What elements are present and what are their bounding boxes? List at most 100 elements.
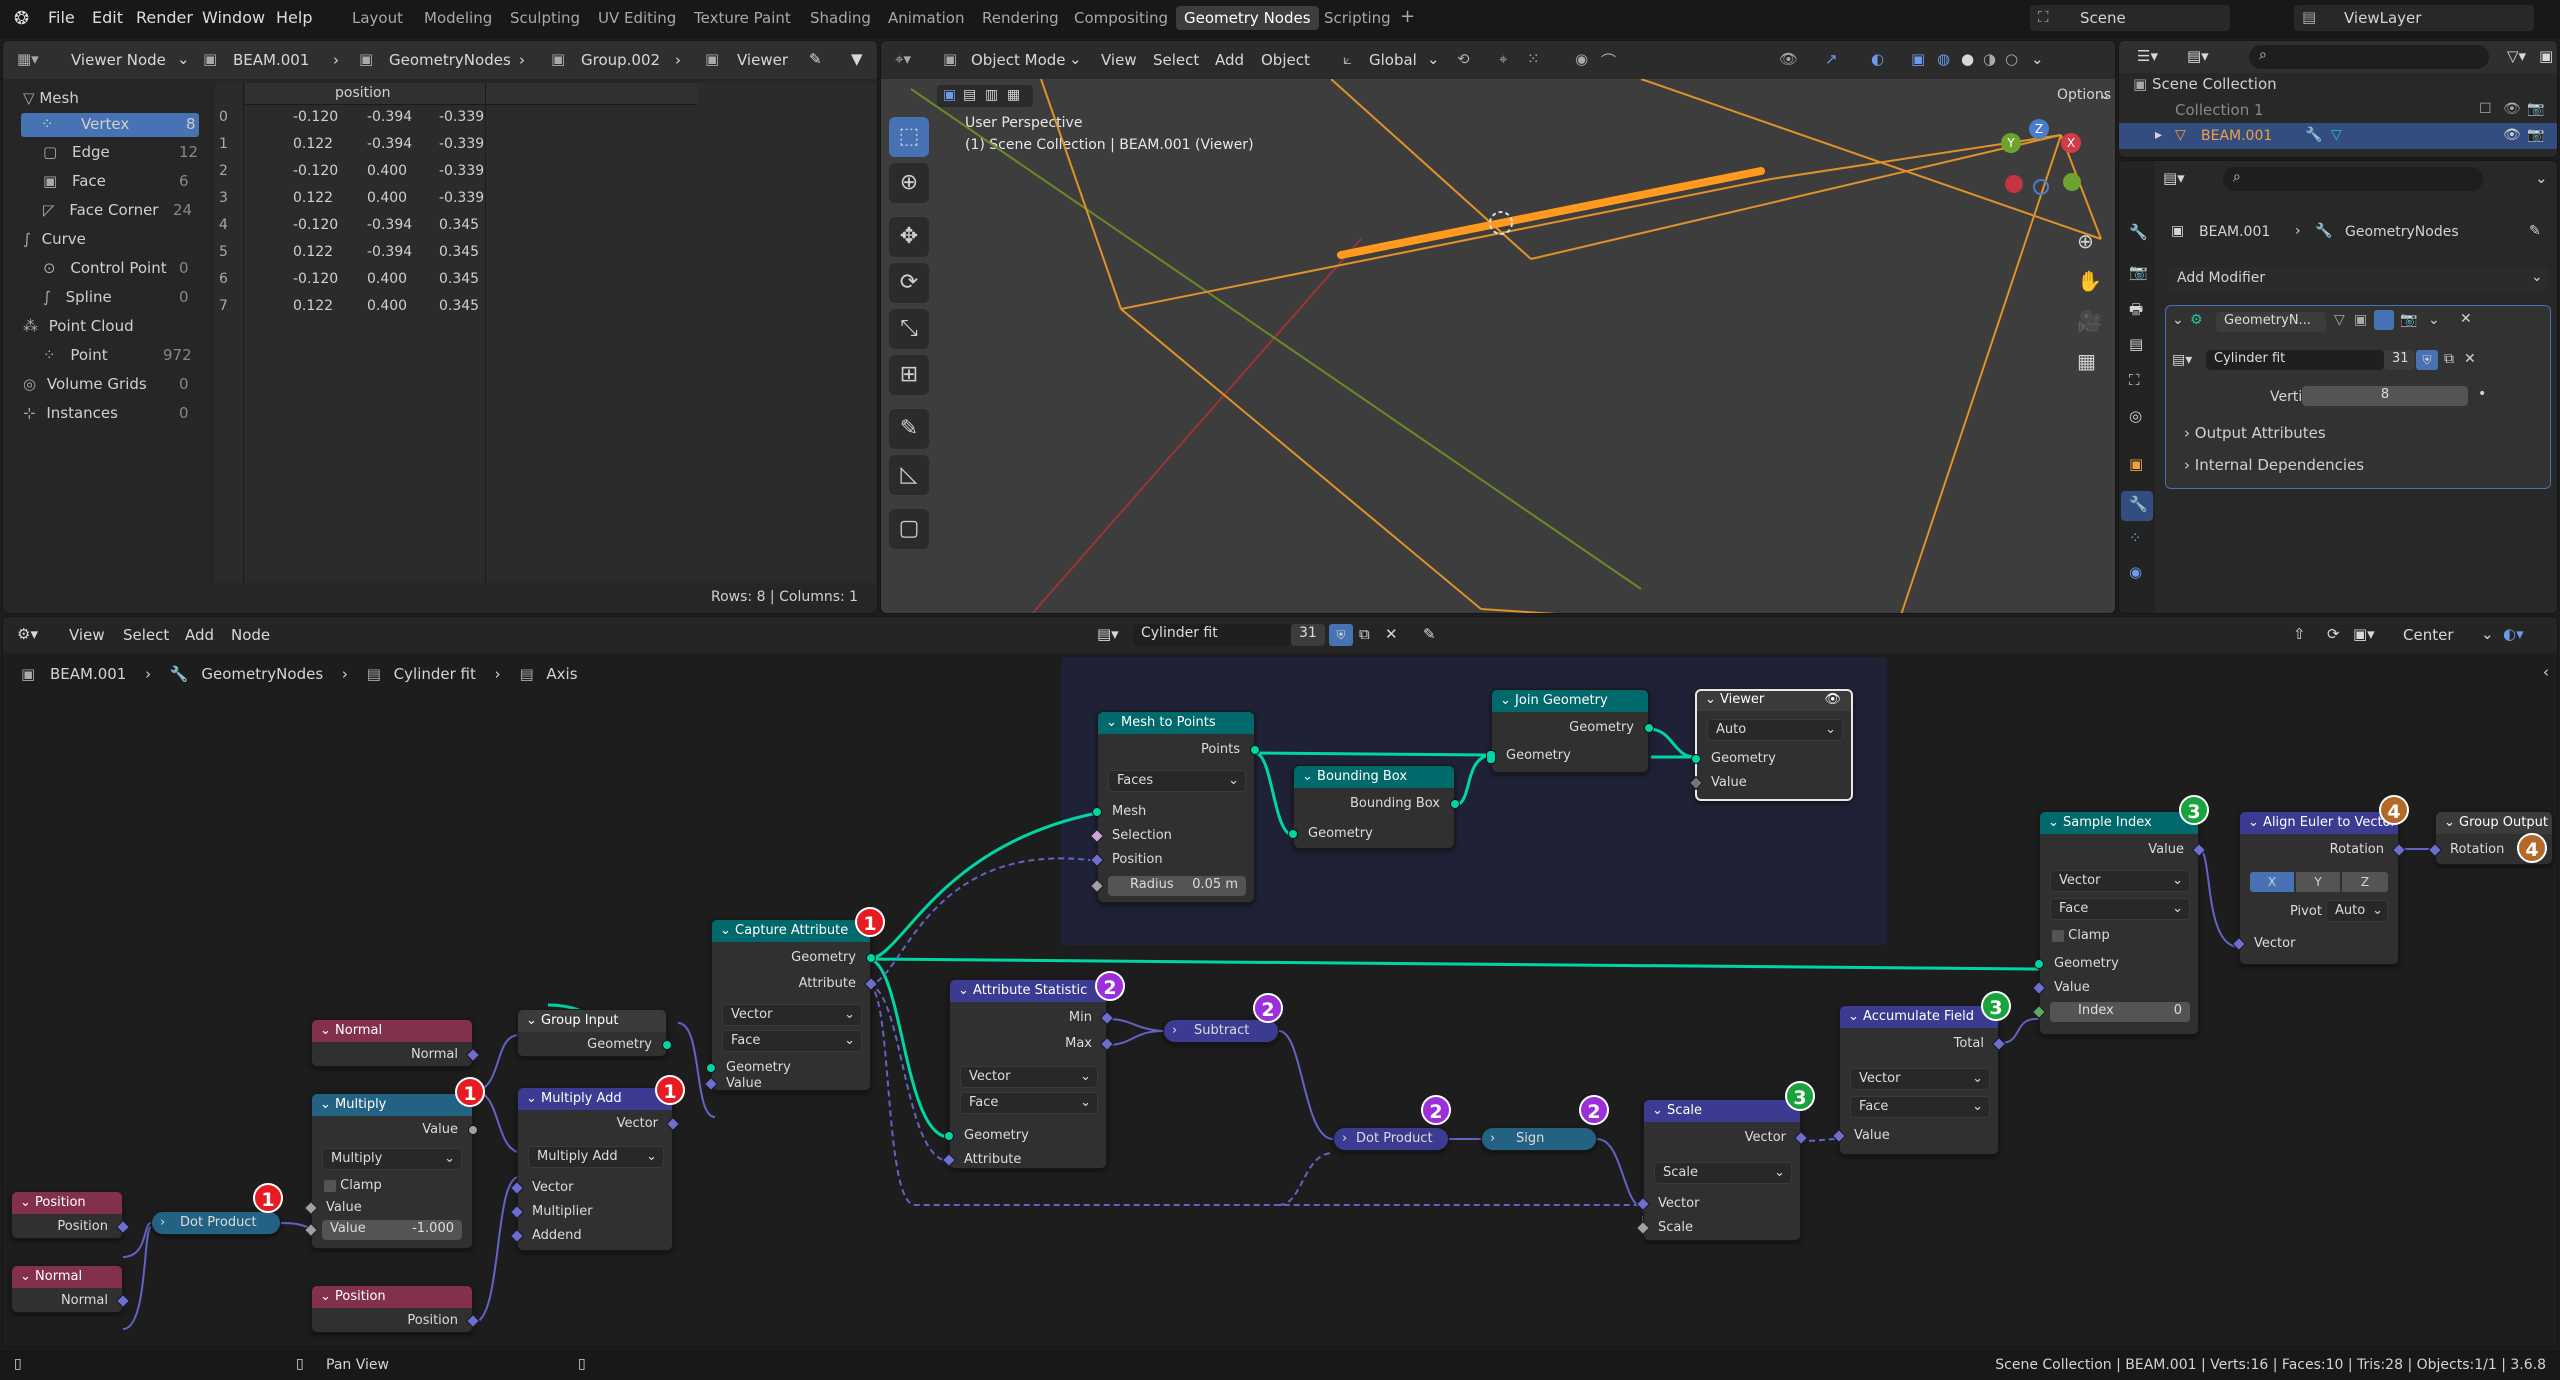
node-join-geometry[interactable]: ⌄ Join Geometry Geometry Geometry <box>1486 689 1654 773</box>
render-toggle-icon[interactable]: 📷 <box>2400 312 2417 328</box>
tree-item-instances[interactable]: ⊹ Instances <box>23 404 118 422</box>
axis-y-button[interactable]: Y <box>2296 872 2340 892</box>
menu-window[interactable]: Window <box>202 8 265 27</box>
input-socket[interactable] <box>1092 807 1102 817</box>
expand-arrow-icon[interactable]: ▸ <box>2155 127 2162 143</box>
tab-compositing[interactable]: Compositing <box>1074 9 1168 27</box>
tree-item-point-cloud[interactable]: ⁂ Point Cloud <box>23 317 134 335</box>
clamp-checkbox[interactable]: Clamp <box>324 1178 382 1193</box>
collapse-icon[interactable]: ⌄ <box>20 1269 31 1284</box>
measure-tool-icon[interactable]: ◺ <box>889 455 929 495</box>
collapse-icon[interactable]: ⌄ <box>320 1097 331 1112</box>
collapse-icon[interactable]: ⌄ <box>320 1023 331 1038</box>
navigation-gizmo[interactable]: Z Y X <box>1997 115 2097 215</box>
neg-y-axis-icon[interactable] <box>2063 173 2081 191</box>
cage-toggle-icon[interactable]: ▣ <box>2354 312 2367 328</box>
domain-dropdown[interactable]: Face ⌄ <box>2050 898 2190 920</box>
value-input[interactable]: Value -1.000 <box>322 1220 462 1240</box>
neg-z-axis-icon[interactable] <box>2033 179 2049 195</box>
tree-item-mesh[interactable]: ▽ Mesh <box>23 89 79 107</box>
node-subtract[interactable]: › Subtract <box>1163 1019 1279 1043</box>
outliner-search-input[interactable]: ⌕ <box>2249 45 2489 69</box>
domain-dropdown[interactable]: Face ⌄ <box>1850 1096 1990 1118</box>
tree-item-control-point[interactable]: ⊙ Control Point <box>43 259 167 277</box>
node-position[interactable]: ⌄ Position Position <box>11 1191 131 1239</box>
transform-tool-icon[interactable]: ⊞ <box>889 355 929 395</box>
operation-dropdown[interactable]: Multiply ⌄ <box>322 1148 462 1170</box>
scene-tab-icon[interactable]: ⛶ <box>2129 371 2140 389</box>
node-dot-product[interactable]: › Dot Product <box>151 1211 281 1235</box>
scale-tool-icon[interactable]: ⤡ <box>889 309 929 349</box>
exclude-checkbox[interactable]: ☐ <box>2479 101 2492 117</box>
solid-shading-icon[interactable]: ● <box>1961 50 1974 68</box>
editor-type-icon[interactable]: ☰▾ <box>2137 47 2158 65</box>
breadcrumb-modifier[interactable]: GeometryNodes <box>389 51 511 69</box>
z-axis-icon[interactable]: Z <box>2029 119 2049 139</box>
radius-input[interactable]: Radius 0.05 m <box>1108 876 1246 896</box>
gizmo-icon[interactable]: ↗ <box>1825 50 1838 68</box>
tab-rendering[interactable]: Rendering <box>982 9 1059 27</box>
collapse-icon[interactable]: › <box>1172 1023 1177 1038</box>
pan-hand-icon[interactable]: ✋ <box>2077 269 2102 293</box>
tree-item-face[interactable]: ▣ Face <box>43 172 106 190</box>
menu-file[interactable]: File <box>48 8 75 27</box>
x-axis-icon[interactable]: X <box>2061 133 2081 153</box>
add-modifier-button[interactable]: Add Modifier ⌄ <box>2167 267 2549 291</box>
y-axis-icon[interactable]: Y <box>2001 133 2021 153</box>
chevron-down-icon[interactable]: ⌄ <box>2535 169 2548 187</box>
output-socket[interactable] <box>1250 745 1260 755</box>
collapse-icon[interactable]: ⌄ <box>1500 693 1511 708</box>
node-position[interactable]: ⌄ Position Position <box>311 1285 481 1333</box>
move-tool-icon[interactable]: ✥ <box>889 217 929 257</box>
clamp-checkbox[interactable]: Clamp <box>2052 928 2110 943</box>
duplicate-icon[interactable]: ⧉ <box>2444 351 2454 367</box>
xray-icon[interactable]: ▣ <box>1911 50 1925 68</box>
menu-edit[interactable]: Edit <box>92 8 123 27</box>
camera-icon[interactable]: 📷 <box>2527 101 2544 117</box>
wireframe-shading-icon[interactable]: ◍ <box>1937 50 1950 68</box>
filter-icon[interactable]: ▽▾ <box>2507 47 2526 65</box>
viewer-mode-dropdown[interactable]: Viewer Node <box>71 51 166 69</box>
data-type-dropdown[interactable]: Vector ⌄ <box>2050 870 2190 892</box>
close-icon[interactable]: ✕ <box>2460 311 2472 327</box>
collapse-icon[interactable]: ⌄ <box>526 1013 537 1028</box>
node-group-name-field[interactable]: Cylinder fit <box>2206 350 2384 370</box>
tree-item-point[interactable]: ⁘ Point <box>43 346 108 364</box>
collapse-icon[interactable]: › <box>1342 1131 1347 1146</box>
annotate-tool-icon[interactable]: ✎ <box>889 409 929 449</box>
pin-icon[interactable]: ✎ <box>809 50 822 68</box>
snap-icon[interactable]: ⌖ <box>1499 50 1507 68</box>
node-editor[interactable]: ⚙▾ View Select Add Node ▤▾ Cylinder fit … <box>2 616 2558 1348</box>
rendered-shading-icon[interactable]: ○ <box>2005 50 2018 68</box>
snap-target-icon[interactable]: ⁙ <box>1527 50 1540 68</box>
breadcrumb-viewer[interactable]: Viewer <box>737 51 788 69</box>
collapse-icon[interactable]: ⌄ <box>720 923 731 938</box>
outliner-item-beam[interactable]: ▸ ▽ BEAM.001 🔧 ▽ 👁 📷 <box>2119 123 2557 149</box>
menu-object[interactable]: Object <box>1261 51 1310 69</box>
select-tool-icon[interactable]: ⬚ <box>889 117 929 157</box>
keyframe-dot-icon[interactable]: • <box>2478 386 2486 402</box>
pivot-dropdown[interactable]: Auto ⌄ <box>2326 900 2388 922</box>
collapse-icon[interactable]: ⌄ <box>320 1289 331 1304</box>
node-bounding-box[interactable]: ⌄ Bounding Box Bounding Box Geometry <box>1288 765 1460 849</box>
operation-dropdown[interactable]: Scale ⌄ <box>1654 1162 1792 1184</box>
tab-modeling[interactable]: Modeling <box>424 9 492 27</box>
viewport-toggle-icon[interactable] <box>2374 310 2394 330</box>
fake-user-shield-icon[interactable]: ⛨ <box>2416 350 2438 370</box>
breadcrumb-object[interactable]: BEAM.001 <box>233 51 309 69</box>
output-socket[interactable] <box>1644 723 1654 733</box>
eye-icon[interactable]: 👁 <box>2503 127 2521 143</box>
collapse-icon[interactable]: ⌄ <box>526 1091 537 1106</box>
rotate-tool-icon[interactable]: ⟳ <box>889 263 929 303</box>
eye-icon[interactable]: 👁 <box>1824 692 1841 707</box>
add-cube-tool-icon[interactable]: ▢ <box>889 509 929 549</box>
node-capture-attribute[interactable]: ⌄ Capture Attribute Geometry Attribute V… <box>703 919 879 1092</box>
input-socket[interactable] <box>1288 829 1298 839</box>
editor-type-icon[interactable]: ▤▾ <box>2163 169 2185 187</box>
editor-type-icon[interactable]: ▦▾ <box>17 50 39 68</box>
tab-geometry-nodes[interactable]: Geometry Nodes <box>1176 6 1319 30</box>
object-mode-dropdown[interactable]: Object Mode <box>971 51 1066 69</box>
tab-uv-editing[interactable]: UV Editing <box>598 9 676 27</box>
domain-dropdown[interactable]: Face ⌄ <box>722 1030 862 1052</box>
view-layer-selector[interactable]: ▤ ViewLayer <box>2294 5 2534 31</box>
